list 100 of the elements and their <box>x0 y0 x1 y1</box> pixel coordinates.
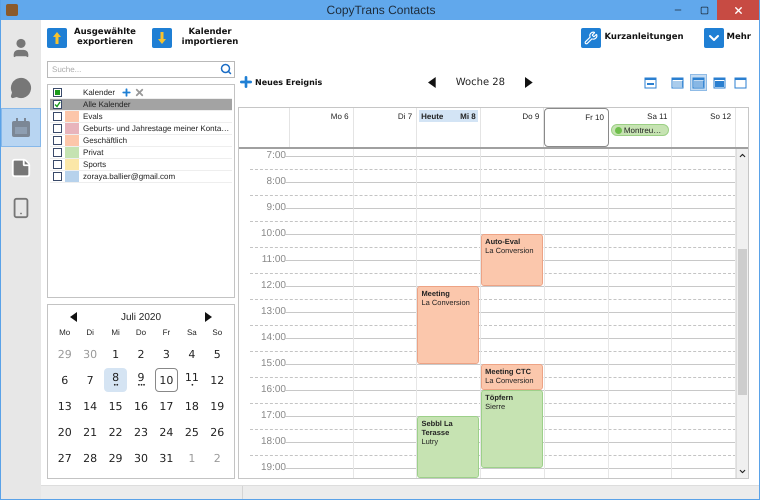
calendar-day[interactable]: 6 <box>53 368 76 392</box>
column-header: Kalender <box>83 88 116 97</box>
checkbox[interactable] <box>53 136 62 145</box>
calendar-row[interactable]: Sports <box>50 159 232 171</box>
weekday-label: Do <box>134 327 148 339</box>
hour-label: 16:00 <box>260 385 286 395</box>
import-icon <box>152 28 172 48</box>
day-header: Do 9 <box>522 112 540 120</box>
window-title: CopyTrans Contacts <box>326 3 436 17</box>
calendar-day[interactable]: 10 <box>154 368 178 392</box>
calendar-day[interactable]: 20 <box>53 420 76 444</box>
all-day-event[interactable]: Montreu… <box>610 124 670 136</box>
calendar-day[interactable]: 29 <box>104 446 128 470</box>
weekday-label: Sa <box>186 327 198 339</box>
checkbox[interactable] <box>53 148 62 157</box>
close-icon <box>732 4 744 16</box>
calendar-day[interactable]: 26 <box>206 420 229 444</box>
calendar-day[interactable]: 18 <box>180 394 204 418</box>
today-label: Heute <box>421 112 444 120</box>
checkbox[interactable] <box>53 160 62 169</box>
right-triangle-icon <box>205 312 212 322</box>
calendar-name: Geschäftlich <box>83 136 128 145</box>
toolbar-button[interactable]: Kurzanleitungen <box>581 28 684 48</box>
previous-month-button[interactable] <box>70 312 77 322</box>
day-header: Mo 6 <box>330 112 349 120</box>
calendar-day[interactable]: 19 <box>206 394 229 418</box>
calendar-row[interactable]: Geschäftlich <box>50 135 232 147</box>
hour-label: 9:00 <box>266 203 286 213</box>
calendar-day[interactable]: 30 <box>129 446 153 470</box>
previous-week-button[interactable] <box>428 76 436 88</box>
calendar-day[interactable]: 4 <box>180 342 204 366</box>
calendar-day[interactable]: 22 <box>104 420 128 444</box>
calendar-row[interactable]: Alle Kalender <box>50 99 232 111</box>
hour-label: 17:00 <box>260 411 286 421</box>
calendar-name: Sports <box>83 160 108 169</box>
next-month-button[interactable] <box>205 312 212 322</box>
checkbox[interactable] <box>53 124 62 133</box>
hour-label: 18:00 <box>260 437 286 447</box>
add-icon[interactable] <box>121 87 132 98</box>
calendar-day[interactable]: 23 <box>129 420 153 444</box>
calendar-day[interactable]: 15 <box>104 394 128 418</box>
day-header: So 12 <box>710 112 732 120</box>
hour-label: 19:00 <box>260 463 286 473</box>
calendar-day[interactable]: 13 <box>53 394 76 418</box>
calendar-day[interactable]: 1 <box>104 342 128 366</box>
weekday-label: Mo <box>58 327 72 339</box>
calendar-day[interactable]: 16 <box>129 394 153 418</box>
calendar-day[interactable]: 7 <box>78 368 102 392</box>
calendar-day[interactable]: 14 <box>78 394 102 418</box>
day-header: Mi 8 <box>460 112 476 120</box>
toolbar-button[interactable]: Ausgewählte exportieren <box>47 28 140 48</box>
calendar-name: Geburts- und Jahrestage meiner Konta… <box>83 124 230 133</box>
checkbox[interactable] <box>53 112 62 121</box>
checkbox[interactable] <box>53 172 62 181</box>
day-header: Fr 10 <box>585 112 604 122</box>
calendar-name: Privat <box>83 148 104 157</box>
calendar-icon <box>10 116 32 138</box>
calendar-day[interactable]: 5 <box>206 342 229 366</box>
calendar-day[interactable]: 27 <box>53 446 76 470</box>
new-event-button[interactable]: Neues Ereignis <box>238 74 322 90</box>
speech-bubble-icon <box>10 76 32 98</box>
toolbar-button[interactable]: Mehr <box>704 28 751 48</box>
calendar-day[interactable]: 28 <box>78 446 102 470</box>
close-button[interactable] <box>717 0 759 20</box>
hour-label: 10:00 <box>260 229 286 239</box>
search-icon[interactable] <box>220 63 232 75</box>
hour-label: 11:00 <box>262 255 286 265</box>
calendar-name: zoraya.ballier@gmail.com <box>83 172 176 181</box>
calendar-day[interactable]: 3 <box>154 342 178 366</box>
search-field[interactable]: Suche... <box>47 61 235 78</box>
calendar-row[interactable]: Evals <box>50 111 232 123</box>
export-icon <box>47 28 67 48</box>
hour-label: 8:00 <box>266 177 286 187</box>
app-icon <box>6 4 18 16</box>
calendar-day[interactable]: 24 <box>154 420 178 444</box>
day-header: Sa 11 <box>647 112 668 120</box>
checkbox[interactable] <box>53 100 62 109</box>
calendar-day[interactable]: 21 <box>78 420 102 444</box>
calendar-day[interactable]: 2 <box>129 342 153 366</box>
view-button[interactable] <box>690 74 707 90</box>
weekday-label: Mi <box>110 327 121 339</box>
calendar-day[interactable]: 31 <box>154 446 178 470</box>
calendar-row[interactable]: zoraya.ballier@gmail.com <box>50 171 232 183</box>
calendar-row[interactable]: Geburts- und Jahrestage meiner Konta… <box>50 123 232 135</box>
hour-label: 13:00 <box>260 307 286 317</box>
hour-label: 15:00 <box>260 359 286 369</box>
calendar-day[interactable]: 12 <box>206 368 229 392</box>
day-header: Di 7 <box>398 112 412 120</box>
plus-icon <box>238 74 254 90</box>
toolbar-button[interactable]: Kalender importieren <box>152 28 245 48</box>
weekday-label: So <box>211 327 224 339</box>
calendar-name: Alle Kalender <box>83 100 132 109</box>
weekday-label: Fr <box>162 327 172 339</box>
calendar-row[interactable]: Privat <box>50 147 232 159</box>
checkbox[interactable] <box>53 88 62 97</box>
delete-icon[interactable] <box>134 87 146 98</box>
next-week-button[interactable] <box>525 76 533 88</box>
calendar-day[interactable]: 25 <box>180 420 204 444</box>
hour-label: 14:00 <box>260 333 286 343</box>
calendar-day[interactable]: 17 <box>154 394 178 418</box>
